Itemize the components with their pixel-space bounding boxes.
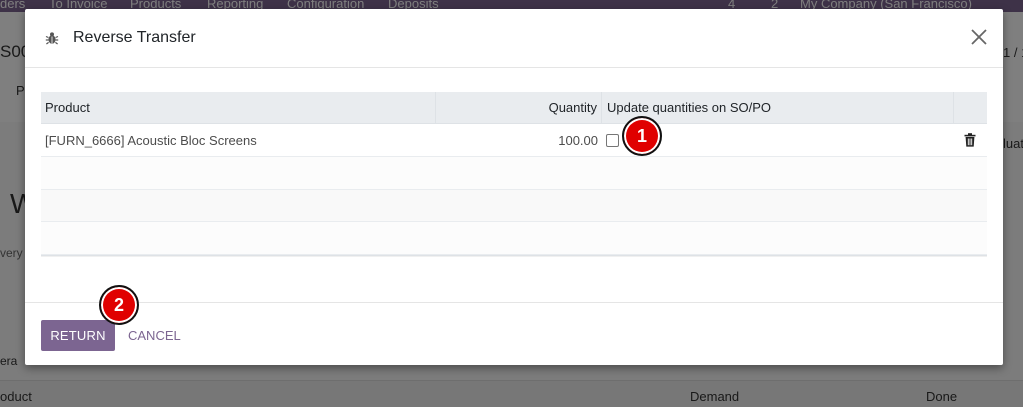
product-return-table: Product Quantity Update quantities on SO… — [41, 92, 987, 257]
modal-header: Reverse Transfer — [25, 9, 1003, 68]
table-row-empty — [41, 157, 987, 190]
reverse-transfer-dialog: Reverse Transfer Product Quantity Update… — [25, 9, 1003, 365]
return-button[interactable]: RETURN — [41, 320, 115, 351]
callout-marker-1: 1 — [622, 116, 662, 156]
modal-footer: RETURN CANCEL — [25, 302, 1003, 365]
column-header-quantity[interactable]: Quantity — [436, 92, 602, 124]
table-row[interactable]: [FURN_6666] Acoustic Bloc Screens 100.00 — [41, 124, 987, 158]
trash-icon[interactable] — [964, 133, 976, 147]
bug-icon — [45, 32, 59, 45]
table-bottom-border — [41, 255, 987, 257]
update-quantities-checkbox[interactable] — [606, 134, 619, 147]
row-quantity[interactable]: 100.00 — [436, 124, 602, 157]
table-row-empty — [41, 222, 987, 255]
table-header: Product Quantity Update quantities on SO… — [41, 92, 987, 124]
column-header-actions — [954, 92, 987, 124]
modal-title: Reverse Transfer — [73, 29, 196, 46]
column-header-update-quantities[interactable]: Update quantities on SO/PO — [602, 92, 954, 124]
cancel-button[interactable]: CANCEL — [121, 320, 188, 351]
column-header-product[interactable]: Product — [41, 92, 436, 124]
close-icon[interactable] — [969, 27, 989, 47]
callout-marker-2: 2 — [99, 285, 139, 325]
table-row-empty — [41, 190, 987, 222]
row-product[interactable]: [FURN_6666] Acoustic Bloc Screens — [41, 124, 436, 157]
